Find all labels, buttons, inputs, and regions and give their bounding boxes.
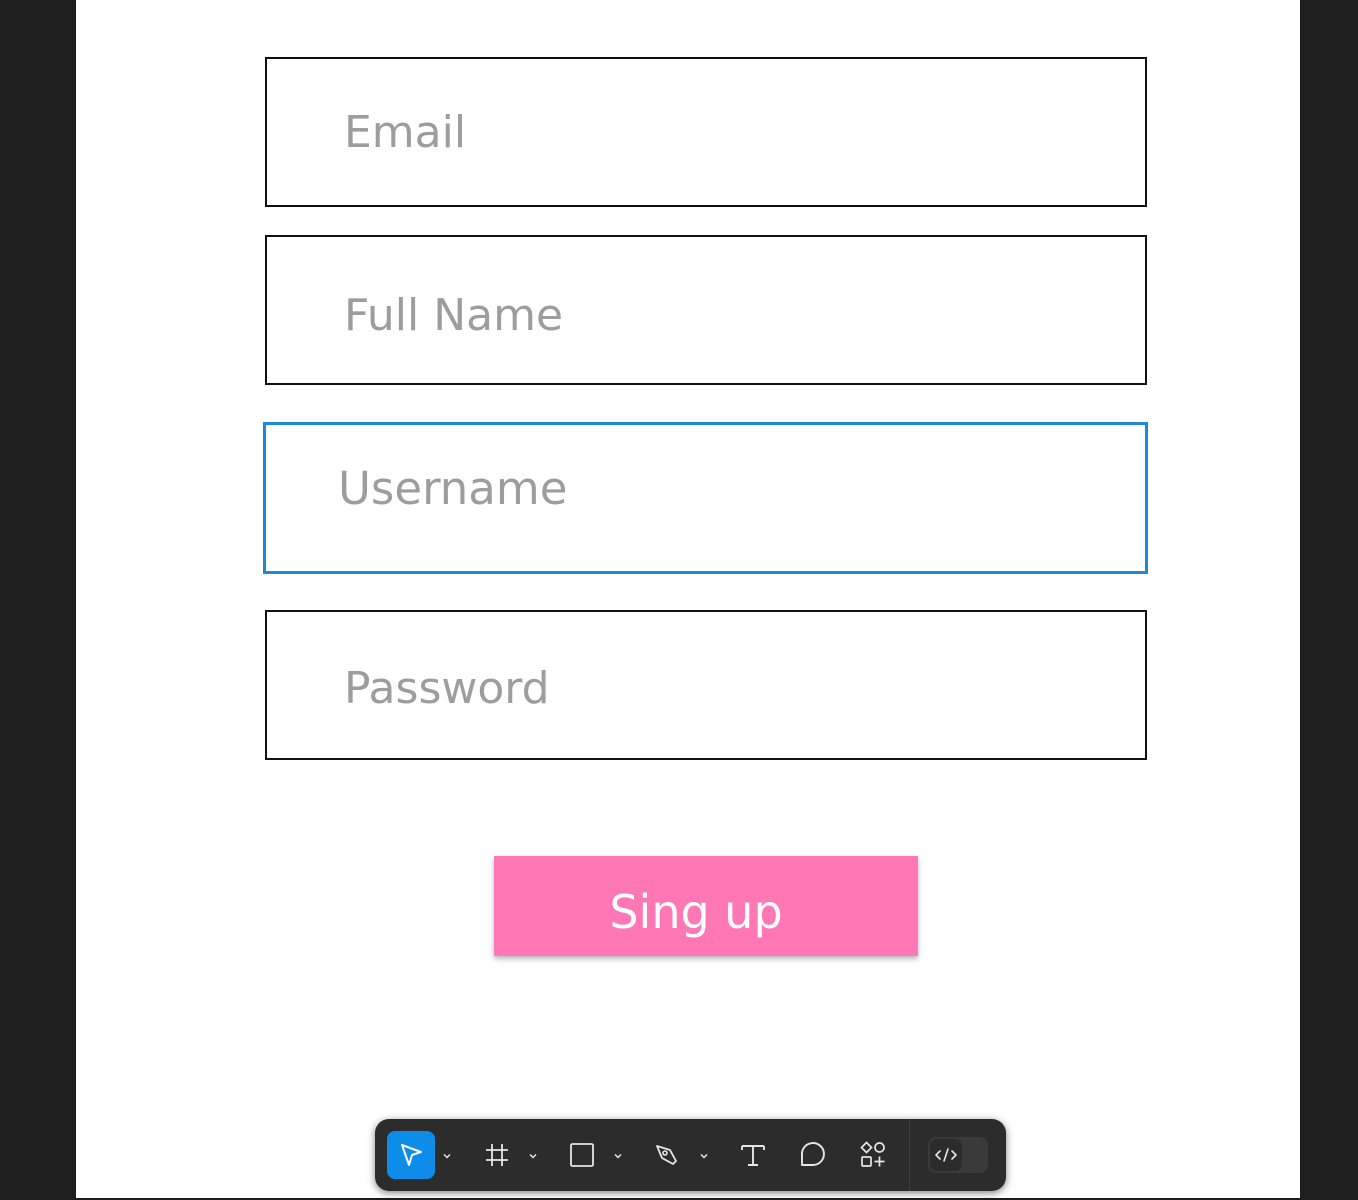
password-field[interactable]: Password [265, 610, 1147, 760]
frame-icon [486, 1144, 508, 1166]
sign-up-label: Sing up [609, 885, 783, 939]
pen-tool-button[interactable] [643, 1131, 691, 1179]
dev-mode-knob [930, 1139, 962, 1171]
username-placeholder: Username [338, 461, 568, 515]
move-tool-chevron-down-icon[interactable] [441, 1149, 453, 1161]
move-cursor-icon [401, 1144, 422, 1166]
design-canvas[interactable]: Email Full Name Username Password Sing u… [76, 0, 1300, 1198]
rectangle-tool-button[interactable] [558, 1131, 606, 1179]
username-field[interactable]: Username [263, 422, 1148, 574]
email-placeholder: Email [344, 107, 467, 158]
actions-tool-button[interactable] [849, 1131, 897, 1179]
comment-icon [801, 1142, 825, 1166]
email-field[interactable]: Email [265, 57, 1147, 207]
rectangle-tool-chevron-down-icon[interactable] [612, 1149, 624, 1161]
bottom-toolbar [375, 1119, 1006, 1191]
comment-tool-button[interactable] [789, 1131, 837, 1179]
pen-icon [656, 1145, 677, 1165]
toolbar-divider [909, 1119, 910, 1191]
text-icon [741, 1145, 765, 1166]
frame-tool-chevron-down-icon[interactable] [527, 1149, 539, 1161]
password-placeholder: Password [344, 663, 550, 714]
rectangle-icon [570, 1143, 594, 1167]
pen-tool-chevron-down-icon[interactable] [698, 1149, 710, 1161]
code-icon [935, 1148, 957, 1162]
actions-grid-icon [860, 1141, 885, 1167]
dev-mode-toggle[interactable] [928, 1137, 988, 1173]
move-tool-button[interactable] [387, 1131, 435, 1179]
sign-up-button[interactable]: Sing up [494, 856, 918, 956]
full-name-placeholder: Full Name [344, 290, 564, 341]
full-name-field[interactable]: Full Name [265, 235, 1147, 385]
text-tool-button[interactable] [729, 1131, 777, 1179]
frame-tool-button[interactable] [473, 1131, 521, 1179]
